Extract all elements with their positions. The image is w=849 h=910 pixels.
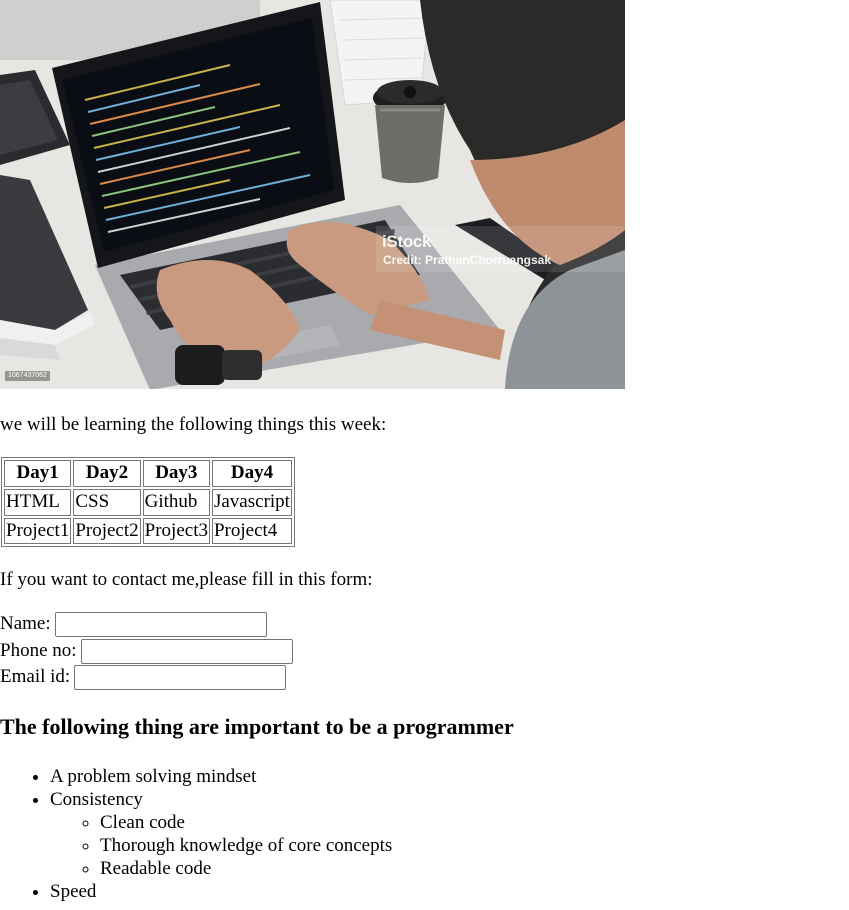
programmer-laptop-illustration [0,0,625,389]
table-header-cell: Day3 [142,460,210,487]
email-row: Email id: [0,664,293,691]
phone-row: Phone no: [0,638,293,665]
email-input[interactable] [74,665,287,691]
watermark-credit: Credit: PrathanChorruangsak [383,253,552,267]
list-item-with-sublist: Consistency Clean code Thorough knowledg… [50,789,392,881]
list-item: A problem solving mindset [50,766,392,789]
table-cell: Project2 [73,517,141,545]
table-cell: Project4 [211,517,292,545]
table-row: Project1 Project2 Project3 Project4 [4,517,292,545]
list-item: Speed [50,881,392,904]
table-header-cell: Day1 [4,460,72,487]
skills-list: A problem solving mindset Consistency Cl… [0,766,392,904]
table-header-cell: Day2 [73,460,141,487]
sub-list-item: Clean code [100,812,392,835]
list-item-label: Consistency [50,789,143,810]
table-cell: Javascript [211,488,292,516]
phone-label: Phone no: [0,639,77,661]
table-cell: Project1 [4,517,72,545]
sub-list-item: Readable code [100,858,392,881]
table-header-cell: Day4 [211,460,292,487]
watermark-id: 1067437062 [5,371,50,382]
contact-text: If you want to contact me,please fill in… [0,569,373,590]
section-heading: The following thing are important to be … [0,714,514,739]
table-row: HTML CSS Github Javascript [4,488,292,516]
schedule-table: Day1 Day2 Day3 Day4 HTML CSS Github Java… [1,457,295,548]
watermark-brand: iStock [382,232,432,251]
name-label: Name: [0,612,51,634]
table-header-row: Day1 Day2 Day3 Day4 [4,460,292,487]
name-row: Name: [0,611,293,638]
sub-list: Clean code Thorough knowledge of core co… [50,812,392,881]
hero-photo: iStock Credit: PrathanChorruangsak 10674… [0,0,625,389]
intro-text: we will be learning the following things… [0,414,387,435]
contact-form: Name: Phone no: Email id: [0,611,293,691]
sub-list-item: Thorough knowledge of core concepts [100,835,392,858]
phone-input[interactable] [80,638,293,664]
table-cell: Github [142,488,210,516]
name-input[interactable] [54,611,267,637]
table-cell: HTML [4,488,72,516]
email-label: Email id: [0,666,71,688]
table-cell: Project3 [142,517,210,545]
table-cell: CSS [73,488,141,516]
